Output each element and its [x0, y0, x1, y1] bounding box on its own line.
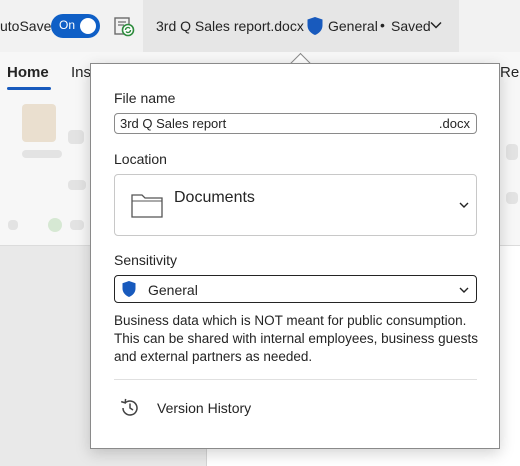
file-name-field[interactable]: .docx [114, 113, 477, 134]
title-bar: utoSave On 3rd Q Sales report.docx Gener… [0, 0, 520, 52]
title-separator: • [380, 17, 385, 33]
ribbon-paste-button[interactable] [22, 104, 56, 142]
file-info-popup: File name .docx Location Documents Sensi… [90, 63, 500, 449]
chevron-down-icon [459, 202, 469, 208]
document-title-area[interactable]: 3rd Q Sales report.docx General • Saved [143, 0, 459, 52]
file-name-label: File name [114, 90, 176, 106]
chevron-down-icon [459, 287, 469, 293]
chevron-down-icon[interactable] [430, 20, 442, 30]
toggle-knob [80, 18, 96, 34]
ribbon-control[interactable] [68, 180, 86, 190]
sensitivity-dropdown[interactable]: General [114, 275, 477, 303]
tab-review[interactable]: Re [500, 64, 519, 81]
active-tab-indicator [7, 87, 51, 90]
ribbon-control[interactable] [506, 192, 518, 204]
save-status: Saved [391, 18, 431, 34]
location-dropdown[interactable]: Documents [114, 174, 477, 236]
autosave-toggle-text: On [59, 18, 76, 32]
history-icon [120, 398, 138, 416]
ribbon-control[interactable] [70, 220, 84, 230]
file-name-input[interactable] [120, 116, 420, 131]
autosave-label: utoSave [0, 18, 52, 34]
ribbon-control[interactable] [8, 220, 18, 230]
tab-insert[interactable]: Ins [71, 64, 91, 81]
ribbon-control[interactable] [22, 150, 62, 158]
ribbon-control[interactable] [506, 144, 518, 160]
divider [114, 379, 477, 380]
document-title[interactable]: 3rd Q Sales report.docx [156, 18, 304, 34]
sync-icon[interactable] [112, 14, 136, 38]
location-label: Location [114, 151, 167, 167]
ribbon-control[interactable] [48, 218, 62, 232]
version-history-button[interactable]: Version History [114, 392, 477, 424]
sensitivity-description: Business data which is NOT meant for pub… [114, 313, 478, 364]
location-value: Documents [174, 189, 255, 206]
autosave-toggle[interactable]: On [51, 14, 100, 38]
tab-home[interactable]: Home [7, 64, 49, 81]
ribbon-control[interactable] [68, 130, 84, 144]
sensitivity-value: General [148, 282, 198, 298]
folder-icon [131, 194, 163, 218]
sensitivity-label: Sensitivity [114, 252, 178, 268]
title-sensitivity-label: General [328, 18, 378, 34]
shield-icon [122, 281, 136, 297]
file-extension: .docx [438, 116, 470, 131]
shield-icon [307, 17, 323, 35]
version-history-label: Version History [157, 400, 252, 416]
